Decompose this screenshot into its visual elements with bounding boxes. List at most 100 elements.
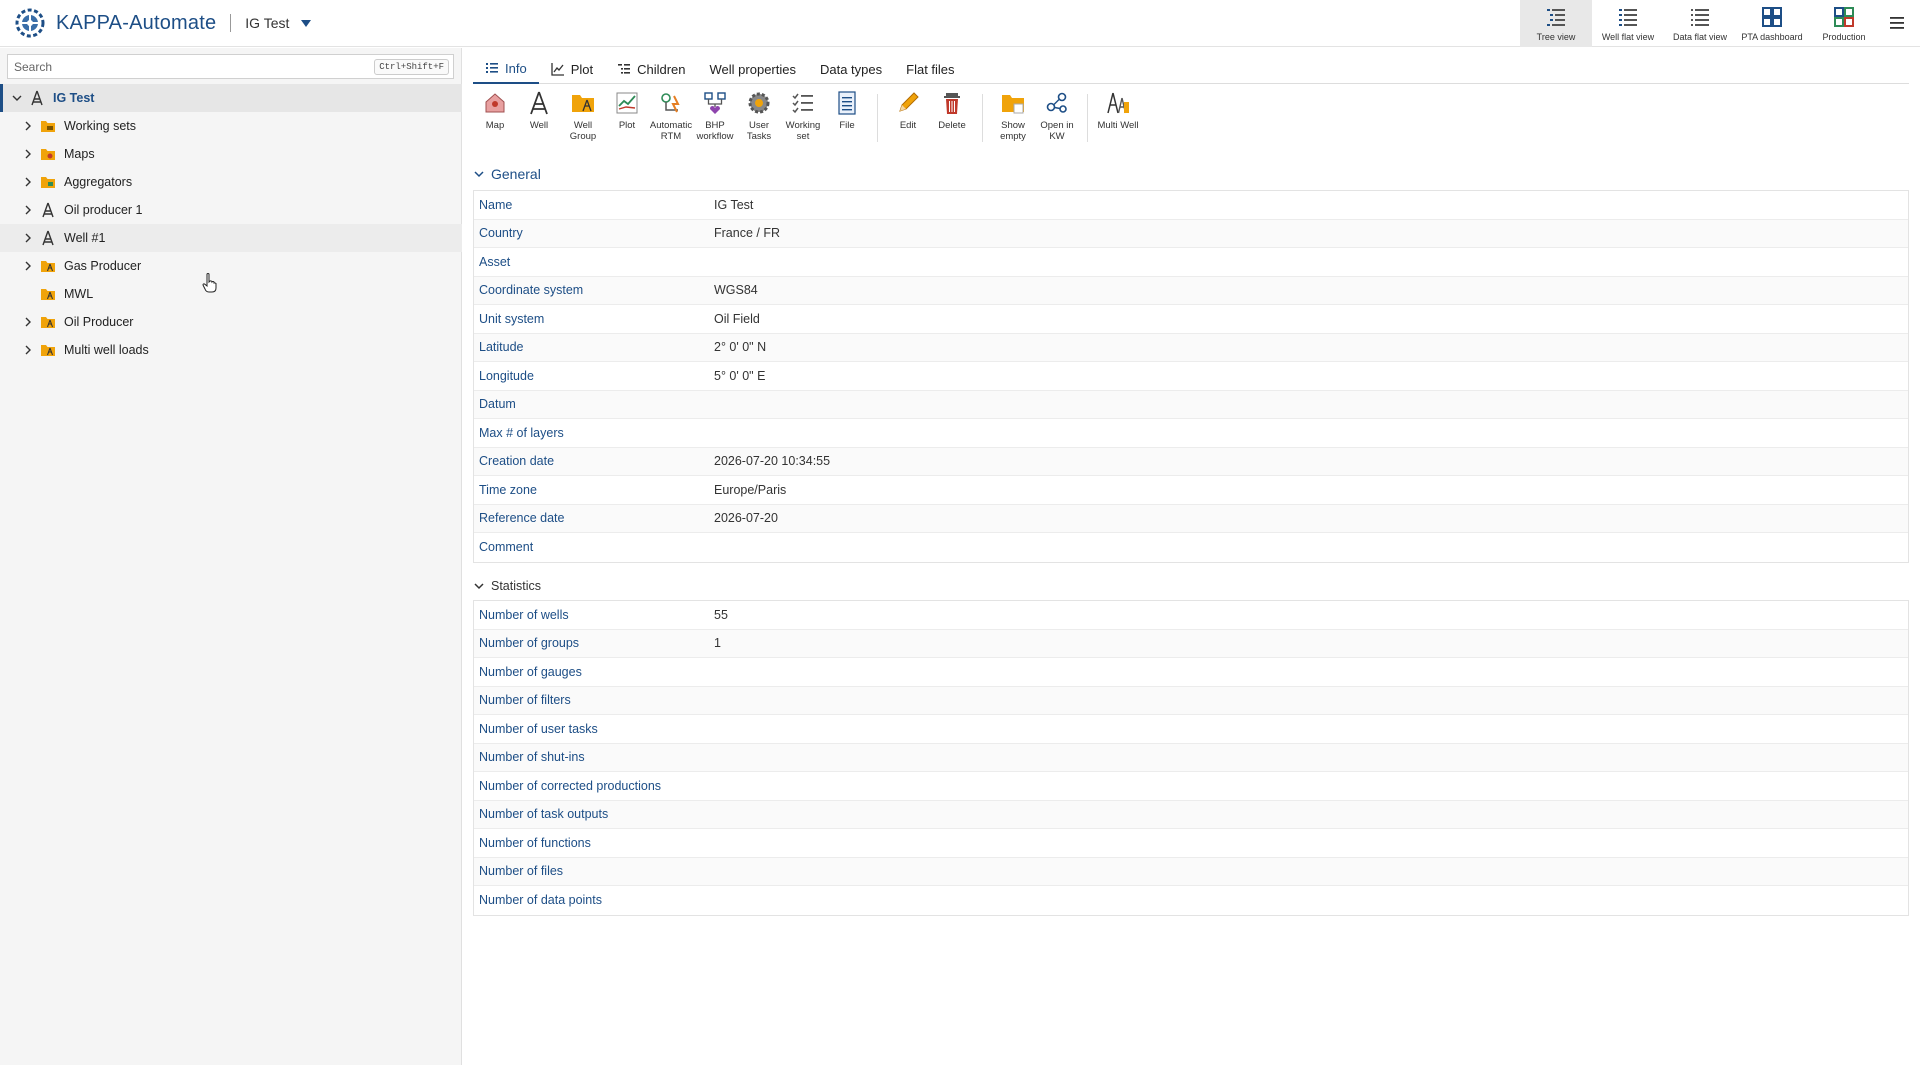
chevron-right-icon[interactable] <box>22 204 34 216</box>
tool-label: Map <box>485 120 505 131</box>
table-row: Comment <box>474 533 1908 562</box>
project-selector-label[interactable]: IG Test <box>245 15 289 31</box>
well-button[interactable]: Well <box>517 88 561 131</box>
tab-flat-files[interactable]: Flat files <box>894 54 966 84</box>
well-group-icon <box>41 289 55 300</box>
property-key: Reference date <box>479 511 565 526</box>
tool-label: Working set <box>785 120 821 142</box>
table-row: Number of shut-ins <box>474 743 1908 772</box>
tree-item-label: IG Test <box>53 91 95 105</box>
section-title: General <box>491 166 541 182</box>
toolbar-divider <box>1087 94 1088 142</box>
view-button-tree[interactable]: Tree view <box>1520 0 1592 47</box>
statistic-key: Number of gauges <box>479 664 582 679</box>
chevron-right-icon[interactable] <box>22 316 34 328</box>
table-row: Unit system Oil Field <box>474 305 1908 334</box>
property-value: 2026-07-20 <box>714 511 778 526</box>
well-group-button[interactable]: Well Group <box>561 88 605 142</box>
view-button-production[interactable]: Production <box>1808 0 1880 47</box>
tree-item-multi-well-loads[interactable]: Multi well loads <box>0 336 462 364</box>
property-key: Comment <box>479 540 534 555</box>
view-button-well-flat[interactable]: Well flat view <box>1592 0 1664 47</box>
chevron-right-icon[interactable] <box>22 232 34 244</box>
tab-children[interactable]: Children <box>605 54 697 84</box>
map-button[interactable]: Map <box>473 88 517 131</box>
chevron-right-icon[interactable] <box>22 344 34 356</box>
property-key: Latitude <box>479 340 524 355</box>
view-button-pta-dashboard[interactable]: PTA dashboard <box>1736 0 1808 47</box>
tool-label: File <box>839 120 855 131</box>
chevron-right-icon[interactable] <box>22 176 34 188</box>
view-label: Well flat view <box>1601 32 1655 42</box>
working-set-button[interactable]: Working set <box>781 88 825 142</box>
table-row: Number of groups 1 <box>474 629 1908 658</box>
automatic-rtm-button[interactable]: Automatic RTM <box>649 88 693 142</box>
bhp-workflow-button[interactable]: BHP workflow <box>693 88 737 142</box>
tree-item-label: Gas Producer <box>64 259 142 273</box>
tree-item-label: Oil producer 1 <box>64 203 143 217</box>
view-switcher: Tree view Well flat view Data flat view <box>1520 0 1880 47</box>
property-value: WGS84 <box>714 283 758 298</box>
tree-item-gas-producer[interactable]: Gas Producer <box>0 252 462 280</box>
edit-icon <box>899 92 919 112</box>
property-key: Unit system <box>479 311 545 326</box>
property-value: IG Test <box>714 197 754 212</box>
tool-label: Delete <box>938 120 966 131</box>
tree-item-aggregators[interactable]: Aggregators <box>0 168 462 196</box>
file-button[interactable]: File <box>825 88 869 131</box>
tree-item-working-sets[interactable]: Working sets <box>0 112 462 140</box>
plot-button[interactable]: Plot <box>605 88 649 131</box>
property-key: Coordinate system <box>479 283 584 298</box>
statistic-key: Number of wells <box>479 607 569 622</box>
chevron-right-icon[interactable] <box>22 120 34 132</box>
tree-item-mwl[interactable]: MWL <box>0 280 462 308</box>
chevron-right-icon[interactable] <box>22 260 34 272</box>
tab-plot[interactable]: Plot <box>539 54 605 84</box>
show-empty-icon <box>1002 95 1024 114</box>
delete-button[interactable]: Delete <box>930 88 974 131</box>
tree-item-ig-test[interactable]: IG Test <box>0 84 462 112</box>
tab-well-properties[interactable]: Well properties <box>698 54 808 84</box>
statistics-table: Number of wells 55 Number of groups 1 Numb… <box>473 600 1909 916</box>
tool-label: Show empty <box>1000 120 1026 142</box>
well-icon <box>42 230 54 246</box>
hamburger-menu-icon[interactable] <box>1888 14 1906 32</box>
statistic-key: Number of filters <box>479 693 571 708</box>
table-row: Reference date 2026-07-20 <box>474 504 1908 533</box>
tab-data-types[interactable]: Data types <box>808 54 894 84</box>
section-statistics-toggle[interactable]: Statistics <box>473 579 541 593</box>
tab-info[interactable]: Info <box>473 54 539 84</box>
plot-icon <box>616 92 638 114</box>
statistic-key: Number of corrected productions <box>479 778 662 793</box>
table-row: Number of filters <box>474 686 1908 715</box>
tree-item-label: Oil Producer <box>64 315 134 329</box>
tree-item-oil-producer[interactable]: Oil Producer <box>0 308 462 336</box>
chevron-down-icon[interactable] <box>11 92 23 104</box>
title-divider <box>230 14 232 32</box>
working-set-icon <box>792 93 813 114</box>
search-input[interactable] <box>8 55 375 78</box>
pta-dashboard-icon <box>1762 7 1782 27</box>
table-row: Datum <box>474 390 1908 419</box>
table-row: Asset <box>474 248 1908 277</box>
bhp-workflow-icon <box>704 92 726 114</box>
delete-icon <box>944 93 960 114</box>
tab-label: Plot <box>570 61 594 77</box>
tree-item-label: Working sets <box>64 119 137 133</box>
table-row: Number of gauges <box>474 658 1908 687</box>
multi-well-button[interactable]: Multi Well <box>1096 88 1140 131</box>
open-in-kw-button[interactable]: Open in KW <box>1035 88 1079 142</box>
chevron-right-icon[interactable] <box>22 148 34 160</box>
edit-button[interactable]: Edit <box>886 88 930 131</box>
show-empty-button[interactable]: Show empty <box>991 88 1035 142</box>
tree-item-label: Well #1 <box>64 231 106 245</box>
property-key: Longitude <box>479 368 534 383</box>
well-icon <box>42 202 54 218</box>
tree-item-oil-producer-1[interactable]: Oil producer 1 <box>0 196 462 224</box>
tree-item-maps[interactable]: Maps <box>0 140 462 168</box>
tree-item-well-1[interactable]: Well #1 <box>0 224 462 252</box>
caret-down-icon[interactable] <box>301 19 312 27</box>
section-general-toggle[interactable]: General <box>473 166 541 182</box>
user-tasks-button[interactable]: User Tasks <box>737 88 781 142</box>
view-button-data-flat[interactable]: Data flat view <box>1664 0 1736 47</box>
